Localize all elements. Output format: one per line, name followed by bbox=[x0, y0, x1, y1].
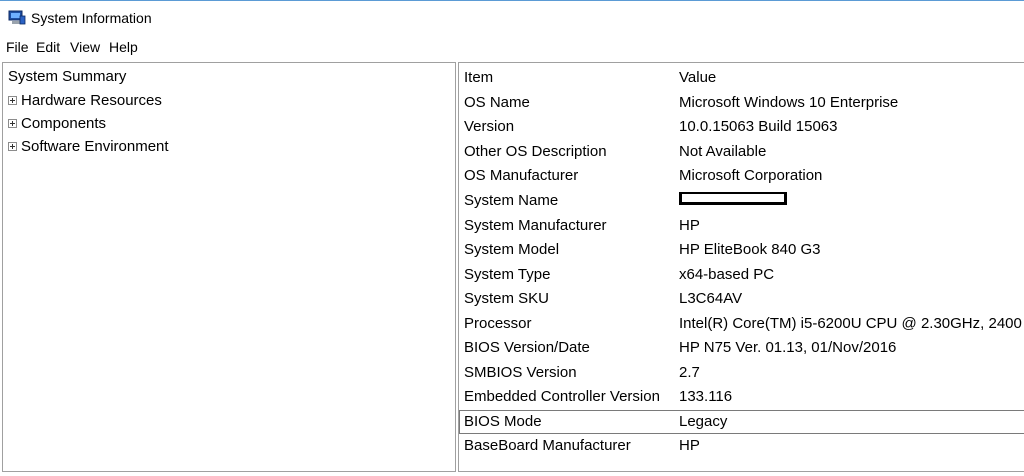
table-row[interactable]: BIOS Version/Date HP N75 Ver. 01.13, 01/… bbox=[459, 336, 1024, 360]
row-value: x64-based PC bbox=[679, 266, 775, 283]
category-tree[interactable]: System Summary Hardware Resources Compon… bbox=[2, 62, 456, 472]
expand-icon[interactable] bbox=[8, 118, 17, 128]
row-item: System Model bbox=[464, 241, 560, 258]
table-header: Item Value bbox=[459, 66, 1024, 90]
row-value: Intel(R) Core(TM) i5-6200U CPU @ 2.30GHz… bbox=[679, 315, 1024, 332]
row-value: Microsoft Windows 10 Enterprise bbox=[679, 94, 899, 111]
row-value-redacted bbox=[679, 192, 1024, 209]
tree-item-hardware-resources[interactable]: Hardware Resources bbox=[8, 89, 162, 111]
redaction-box bbox=[679, 192, 787, 205]
row-value: Microsoft Corporation bbox=[679, 167, 823, 184]
row-item: OS Name bbox=[464, 94, 530, 111]
row-value: HP N75 Ver. 01.13, 01/Nov/2016 bbox=[679, 339, 897, 356]
table-row[interactable]: System Model HP EliteBook 840 G3 bbox=[459, 238, 1024, 262]
tree-item-system-summary[interactable]: System Summary bbox=[8, 68, 126, 85]
window-title: System Information bbox=[31, 10, 152, 26]
row-value: Legacy bbox=[679, 413, 728, 430]
menu-edit[interactable]: Edit bbox=[35, 39, 61, 55]
row-value: Not Available bbox=[679, 143, 767, 160]
table-row[interactable]: SMBIOS Version 2.7 bbox=[459, 361, 1024, 385]
column-header-item[interactable]: Item bbox=[464, 69, 493, 86]
row-value: HP bbox=[679, 437, 700, 454]
row-item: Embedded Controller Version bbox=[464, 388, 660, 405]
menu-bar: File Edit View Help bbox=[0, 36, 1024, 60]
row-value: 10.0.15063 Build 15063 bbox=[679, 118, 838, 135]
row-item: BaseBoard Manufacturer bbox=[464, 437, 631, 454]
expand-icon[interactable] bbox=[8, 141, 17, 151]
row-item: System SKU bbox=[464, 290, 550, 307]
table-row[interactable]: System Name bbox=[459, 189, 1024, 213]
menu-help[interactable]: Help bbox=[108, 39, 139, 55]
menu-view[interactable]: View bbox=[69, 39, 101, 55]
table-row[interactable]: BaseBoard Manufacturer HP bbox=[459, 434, 1024, 458]
tree-item-label: Software Environment bbox=[21, 137, 169, 155]
menu-file[interactable]: File bbox=[5, 39, 30, 55]
table-row[interactable]: OS Name Microsoft Windows 10 Enterprise bbox=[459, 91, 1024, 115]
column-header-value[interactable]: Value bbox=[679, 69, 1024, 86]
table-row-focused[interactable]: BIOS Mode Legacy bbox=[459, 410, 1024, 434]
row-value: 133.116 bbox=[679, 388, 733, 405]
row-item: SMBIOS Version bbox=[464, 364, 577, 381]
expand-icon[interactable] bbox=[8, 95, 17, 105]
table-row[interactable]: Other OS Description Not Available bbox=[459, 140, 1024, 164]
row-item: System Type bbox=[464, 266, 551, 283]
details-table[interactable]: Item Value OS Name Microsoft Windows 10 … bbox=[458, 62, 1024, 472]
table-row[interactable]: System SKU L3C64AV bbox=[459, 287, 1024, 311]
row-value: HP bbox=[679, 217, 700, 234]
tree-item-software-environment[interactable]: Software Environment bbox=[8, 135, 169, 157]
tree-item-components[interactable]: Components bbox=[8, 112, 106, 134]
tree-item-label: Components bbox=[21, 114, 107, 132]
table-row[interactable]: Version 10.0.15063 Build 15063 bbox=[459, 115, 1024, 139]
row-item: BIOS Version/Date bbox=[464, 339, 590, 356]
row-item: BIOS Mode bbox=[464, 413, 542, 430]
row-value: L3C64AV bbox=[679, 290, 743, 307]
row-item: System Name bbox=[464, 192, 559, 209]
system-information-icon bbox=[8, 10, 26, 25]
title-bar: System Information bbox=[0, 0, 1024, 36]
table-row[interactable]: System Type x64-based PC bbox=[459, 263, 1024, 287]
tree-item-label: Hardware Resources bbox=[21, 91, 162, 109]
row-value: 2.7 bbox=[679, 364, 700, 381]
row-item: Processor bbox=[464, 315, 532, 332]
table-row[interactable]: OS Manufacturer Microsoft Corporation bbox=[459, 164, 1024, 188]
table-row[interactable]: Embedded Controller Version 133.116 bbox=[459, 385, 1024, 409]
table-row[interactable]: System Manufacturer HP bbox=[459, 214, 1024, 238]
row-item: OS Manufacturer bbox=[464, 167, 579, 184]
row-value: HP EliteBook 840 G3 bbox=[679, 241, 821, 258]
row-item: System Manufacturer bbox=[464, 217, 607, 234]
row-item: Other OS Description bbox=[464, 143, 607, 160]
table-row[interactable]: Processor Intel(R) Core(TM) i5-6200U CPU… bbox=[459, 312, 1024, 336]
row-item: Version bbox=[464, 118, 515, 135]
